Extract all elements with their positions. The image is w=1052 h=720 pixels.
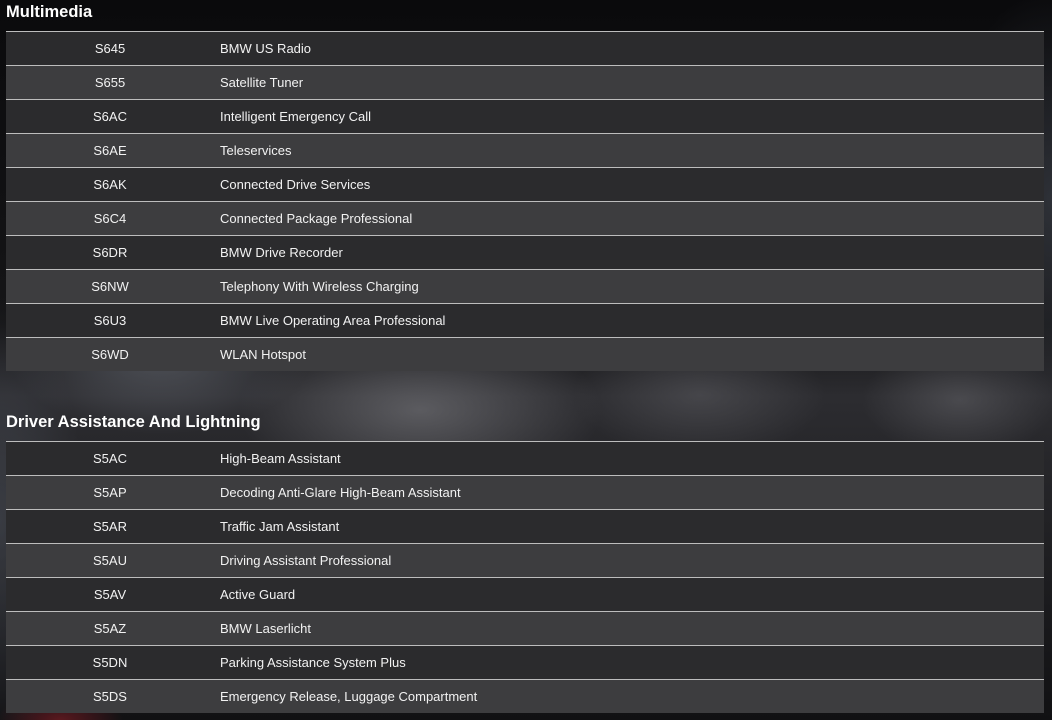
- table-row: S5AU Driving Assistant Professional: [6, 544, 1044, 578]
- option-description: Teleservices: [220, 143, 292, 158]
- section-title: Multimedia: [6, 3, 93, 21]
- option-description: WLAN Hotspot: [220, 347, 306, 362]
- table-row: S5AZ BMW Laserlicht: [6, 612, 1044, 646]
- table-row: S655 Satellite Tuner: [6, 66, 1044, 100]
- option-code: S6DR: [92, 245, 128, 260]
- section-multimedia: Multimedia S645 BMW US Radio S655 Satellit…: [6, 1, 1044, 371]
- option-code: S5AV: [93, 587, 127, 602]
- option-code: S6WD: [91, 347, 129, 362]
- option-code: S5AZ: [93, 621, 127, 636]
- option-code: S6AC: [93, 109, 127, 124]
- options-table: S5AC High-Beam Assistant S5AP Decoding Ant…: [6, 441, 1044, 713]
- table-row: S6NW Telephony With Wireless Charging: [6, 270, 1044, 304]
- table-row: S6DR BMW Drive Recorder: [6, 236, 1044, 270]
- option-description: High-Beam Assistant: [220, 451, 341, 466]
- option-code: S5AU: [93, 553, 127, 568]
- option-code: S5DN: [92, 655, 128, 670]
- option-description: Driving Assistant Professional: [220, 553, 392, 568]
- table-row: S645 BMW US Radio: [6, 32, 1044, 66]
- option-description: Emergency Release, Luggage Compartment: [220, 689, 478, 704]
- table-row: S5AC High-Beam Assistant: [6, 442, 1044, 476]
- table-row: S6AC Intelligent Emergency Call: [6, 100, 1044, 134]
- option-description: Intelligent Emergency Call: [220, 109, 372, 124]
- table-row: S5AP Decoding Anti-Glare High-Beam Assist…: [6, 476, 1044, 510]
- option-description: BMW Live Operating Area Professional: [220, 313, 446, 328]
- table-row: S6U3 BMW Live Operating Area Professional: [6, 304, 1044, 338]
- table-row: S5AR Traffic Jam Assistant: [6, 510, 1044, 544]
- table-row: S6AE Teleservices: [6, 134, 1044, 168]
- option-description: Parking Assistance System Plus: [220, 655, 406, 670]
- option-code: S6C4: [93, 211, 127, 226]
- option-description: BMW Laserlicht: [220, 621, 312, 636]
- option-code: S6AE: [93, 143, 127, 158]
- option-code: S6AK: [93, 177, 127, 192]
- option-description: Telephony With Wireless Charging: [220, 279, 419, 294]
- option-description: Connected Package Professional: [220, 211, 413, 226]
- option-code: S6NW: [91, 279, 129, 294]
- table-row: S6AK Connected Drive Services: [6, 168, 1044, 202]
- table-row: S5DS Emergency Release, Luggage Compartme…: [6, 680, 1044, 713]
- table-row: S6C4 Connected Package Professional: [6, 202, 1044, 236]
- option-code: S5AR: [93, 519, 127, 534]
- option-description: BMW US Radio: [220, 41, 312, 56]
- option-description: Satellite Tuner: [220, 75, 304, 90]
- option-description: Connected Drive Services: [220, 177, 371, 192]
- option-code: S645: [94, 41, 126, 56]
- option-code: S5AP: [93, 485, 127, 500]
- option-code: S5DS: [93, 689, 127, 704]
- option-description: Decoding Anti-Glare High-Beam Assistant: [220, 485, 461, 500]
- section-driver-assistance: Driver Assistance And Lightning S5AC High…: [6, 411, 1044, 713]
- option-code: S6U3: [93, 313, 127, 328]
- option-description: Active Guard: [220, 587, 296, 602]
- options-table: S645 BMW US Radio S655 Satellite Tuner S6A…: [6, 31, 1044, 371]
- table-row: S5AV Active Guard: [6, 578, 1044, 612]
- option-description: Traffic Jam Assistant: [220, 519, 340, 534]
- section-title: Driver Assistance And Lightning: [6, 413, 261, 431]
- table-row: S5DN Parking Assistance System Plus: [6, 646, 1044, 680]
- option-code: S5AC: [93, 451, 127, 466]
- option-code: S655: [94, 75, 126, 90]
- table-row: S6WD WLAN Hotspot: [6, 338, 1044, 371]
- option-description: BMW Drive Recorder: [220, 245, 343, 260]
